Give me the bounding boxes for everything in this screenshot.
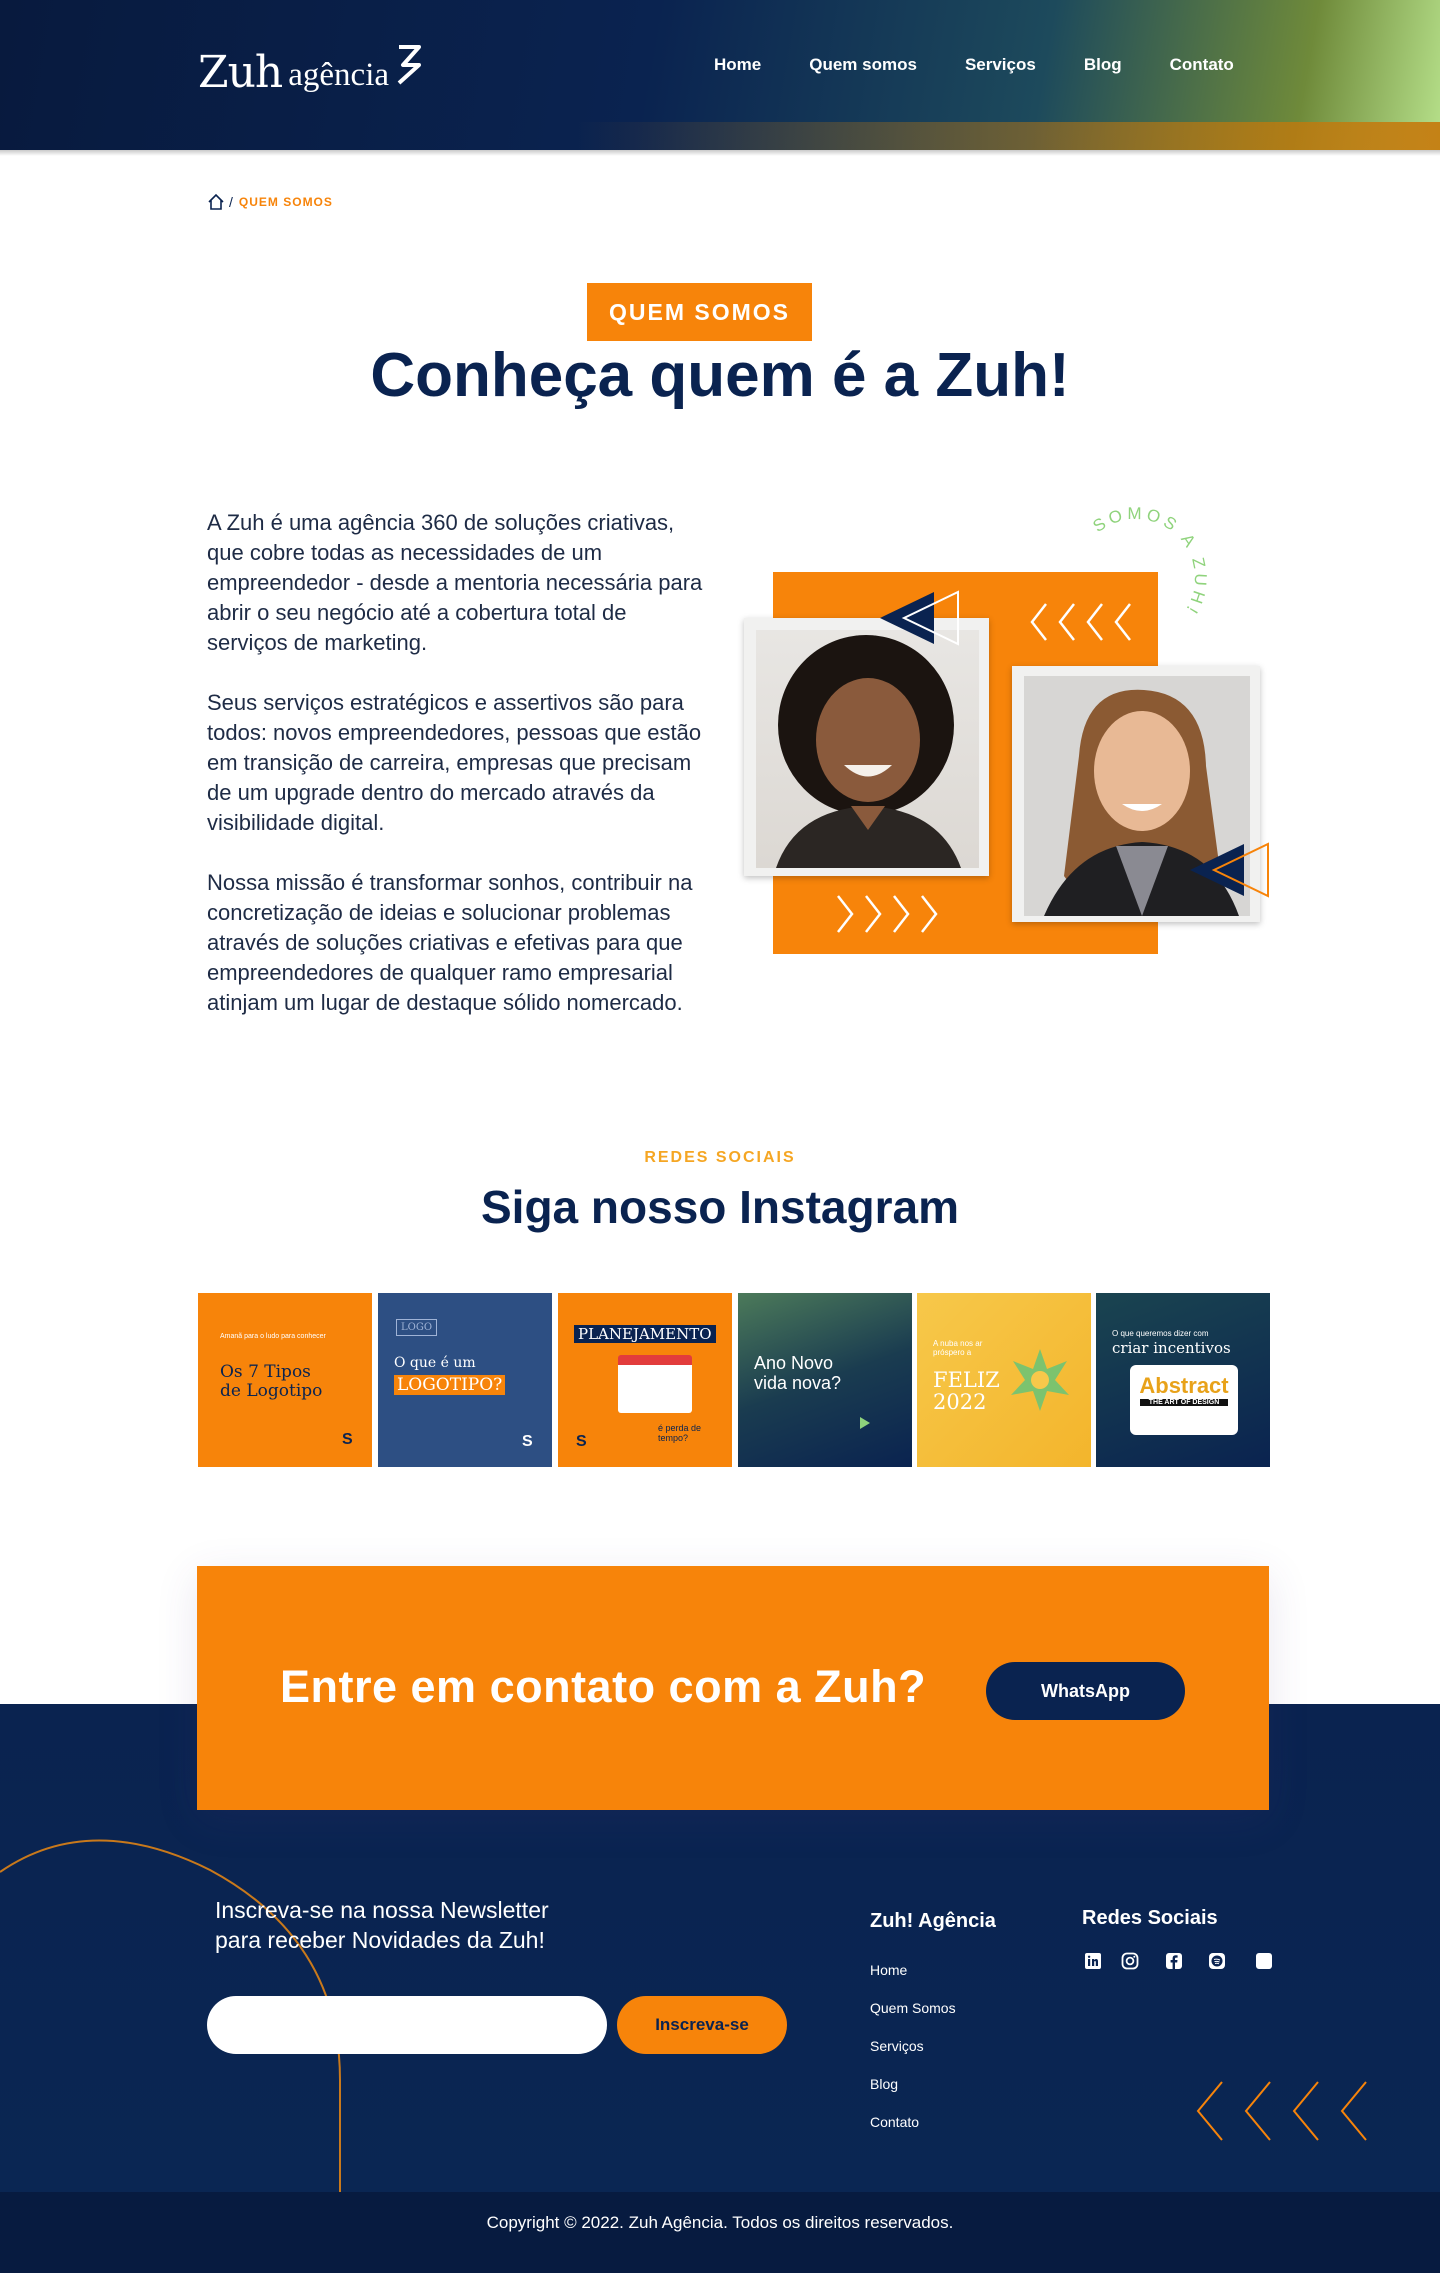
post-big-text: FELIZ 2022 bbox=[933, 1368, 1000, 1414]
nav-contato[interactable]: Contato bbox=[1170, 55, 1234, 75]
instagram-kicker: REDES SOCIAIS bbox=[644, 1149, 796, 1166]
post-logo-icon: S bbox=[522, 1433, 533, 1450]
instagram-post[interactable]: A nuba nos ar próspero a FELIZ 2022 bbox=[917, 1293, 1091, 1467]
triangle-outline-icon bbox=[880, 590, 959, 646]
play-icon bbox=[860, 1417, 870, 1429]
breadcrumb-separator: / bbox=[229, 194, 233, 210]
whatsapp-button[interactable]: WhatsApp bbox=[986, 1662, 1185, 1720]
photo-frame-1 bbox=[744, 618, 989, 876]
newsletter-title-line: Inscreva-se na nossa Newsletter bbox=[215, 1897, 549, 1923]
footer-link-home[interactable]: Home bbox=[870, 1962, 956, 2000]
post-small-text: LOGO bbox=[396, 1319, 438, 1336]
blank-icon[interactable] bbox=[1255, 1952, 1273, 1970]
portrait-photo-1 bbox=[756, 630, 979, 868]
instagram-post[interactable]: PLANEJAMENTO é perda de tempo? S bbox=[558, 1293, 732, 1467]
breadcrumb: / QUEM SOMOS bbox=[207, 193, 333, 211]
contact-cta-box: Entre em contato com a Zuh? WhatsApp bbox=[197, 1566, 1269, 1810]
post-big-text: O que é um bbox=[394, 1355, 476, 1371]
footer-link-contato[interactable]: Contato bbox=[870, 2114, 956, 2152]
about-paragraph: Nossa missão é transformar sonhos, contr… bbox=[207, 870, 693, 1015]
post-small-text: O que queremos dizer com bbox=[1112, 1329, 1209, 1338]
nav-blog[interactable]: Blog bbox=[1084, 55, 1122, 75]
copyright-text: Copyright © 2022. Zuh Agência. Todos os … bbox=[486, 2213, 954, 2232]
post-big-text: Ano Novo vida nova? bbox=[754, 1353, 842, 1393]
footer-link-servicos[interactable]: Serviços bbox=[870, 2038, 956, 2076]
section-badge: QUEM SOMOS bbox=[587, 283, 812, 341]
post-highlight-text: LOGOTIPO? bbox=[394, 1375, 506, 1395]
about-text: A Zuh é uma agência 360 de soluções cria… bbox=[207, 508, 712, 1048]
instagram-icon[interactable] bbox=[1121, 1952, 1139, 1970]
home-icon[interactable] bbox=[207, 193, 225, 211]
cta-title: Entre em contato com a Zuh? bbox=[280, 1661, 927, 1712]
footer-links: Home Quem Somos Serviços Blog Contato bbox=[870, 1962, 956, 2152]
linkedin-icon[interactable] bbox=[1084, 1952, 1102, 1970]
instagram-post[interactable]: LOGO O que é um LOGOTIPO? S bbox=[378, 1293, 552, 1467]
post-small-text: Amanã para o ludo para conhecer bbox=[220, 1333, 326, 1340]
chevrons-left-icon bbox=[1030, 603, 1131, 641]
post-small-text: A nuba nos ar próspero a bbox=[933, 1339, 983, 1357]
footer-link-blog[interactable]: Blog bbox=[870, 2076, 956, 2114]
calendar-icon bbox=[618, 1355, 692, 1413]
post-logo-icon: S bbox=[342, 1431, 353, 1448]
facebook-icon[interactable] bbox=[1165, 1952, 1183, 1970]
nav-home[interactable]: Home bbox=[714, 55, 761, 75]
post-highlight-text: Abstract bbox=[1139, 1373, 1229, 1398]
post-big-text: PLANEJAMENTO bbox=[574, 1325, 716, 1343]
about-paragraph: Seus serviços estratégicos e assertivos … bbox=[207, 690, 702, 835]
footer-chevrons-icon bbox=[1196, 2081, 1367, 2141]
main-nav: Home Quem somos Serviços Blog Contato bbox=[714, 55, 1282, 75]
newsletter-title: Inscreva-se na nossa Newsletter para rec… bbox=[215, 1895, 549, 1955]
post-big-text: Os 7 Tipos de Logotipo bbox=[220, 1362, 323, 1401]
post-small-text: é perda de tempo? bbox=[658, 1423, 702, 1443]
footer-link-quem-somos[interactable]: Quem Somos bbox=[870, 2000, 956, 2038]
site-logo[interactable]: Zuh agência bbox=[198, 35, 423, 95]
newsletter-email-input[interactable] bbox=[207, 1996, 607, 2054]
footer-social-title: Redes Sociais bbox=[1082, 1907, 1218, 1929]
nav-servicos[interactable]: Serviços bbox=[965, 55, 1036, 75]
nav-quem-somos[interactable]: Quem somos bbox=[809, 55, 917, 75]
logo-sub-text: agência bbox=[288, 57, 390, 93]
instagram-post[interactable]: Ano Novo vida nova? bbox=[738, 1293, 912, 1467]
post-image-card: Abstract THE ART OF DESIGN bbox=[1130, 1365, 1238, 1435]
logo-s-icon bbox=[397, 45, 422, 85]
page-title: Conheça quem é a Zuh! bbox=[370, 341, 1070, 410]
star-burst-icon bbox=[1011, 1349, 1069, 1411]
logo-main-text: Zuh bbox=[198, 47, 283, 98]
triangle-outline-icon bbox=[1190, 842, 1269, 898]
post-big-text: criar incentivos bbox=[1112, 1339, 1231, 1357]
post-logo-icon: S bbox=[576, 1433, 587, 1450]
chevrons-right-icon bbox=[837, 895, 938, 933]
header-shadow bbox=[0, 150, 1440, 156]
footer-company-title: Zuh! Agência bbox=[870, 1910, 996, 1932]
instagram-post[interactable]: Amanã para o ludo para conhecer Os 7 Tip… bbox=[198, 1293, 372, 1467]
post-sub-text: THE ART OF DESIGN bbox=[1140, 1399, 1228, 1406]
newsletter-subscribe-button[interactable]: Inscreva-se bbox=[617, 1996, 787, 2054]
newsletter-title-line: para receber Novidades da Zuh! bbox=[215, 1927, 545, 1953]
breadcrumb-current: QUEM SOMOS bbox=[238, 195, 333, 209]
instagram-title: Siga nosso Instagram bbox=[480, 1181, 959, 1233]
spotify-icon[interactable] bbox=[1208, 1952, 1226, 1970]
about-paragraph: A Zuh é uma agência 360 de soluções cria… bbox=[207, 510, 703, 655]
instagram-post[interactable]: O que queremos dizer com criar incentivo… bbox=[1096, 1293, 1270, 1467]
